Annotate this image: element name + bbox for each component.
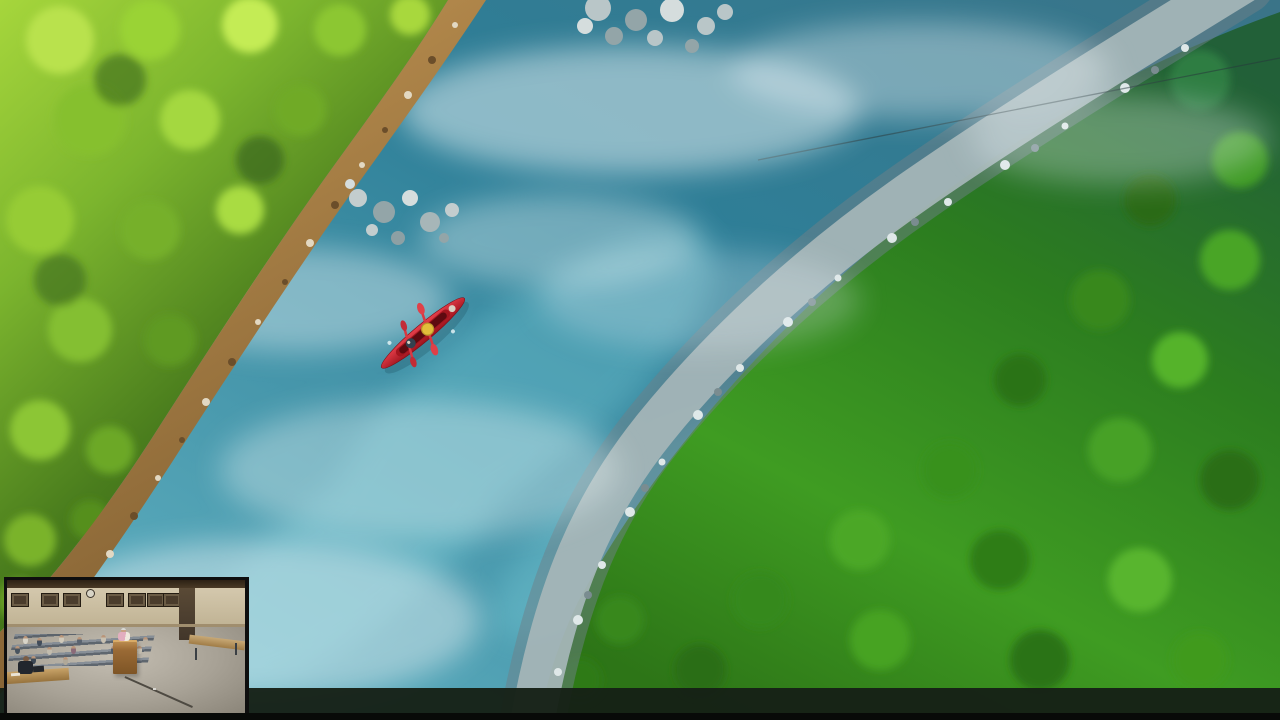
audience-member: [37, 638, 42, 646]
meeting-room-ceiling-band: [7, 580, 245, 588]
picture-frame: [128, 593, 146, 607]
picture-frame: [106, 593, 124, 607]
audience-member: [71, 646, 76, 654]
speaker-body: [118, 632, 130, 641]
letterbox-bar: [0, 713, 1280, 720]
picture-frame: [11, 593, 29, 607]
table-leg: [235, 643, 237, 655]
audience-member: [15, 646, 20, 654]
audience-member: [101, 635, 106, 643]
wainscot-rail: [7, 624, 245, 627]
wall-clock: [86, 589, 95, 598]
picture-frame: [41, 593, 59, 607]
audience-member: [137, 646, 142, 654]
table-leg: [195, 648, 197, 660]
audience-member: [59, 635, 64, 643]
staff-member-body: [18, 661, 33, 674]
pip-video-overlay[interactable]: [4, 577, 249, 713]
laptop: [32, 665, 45, 673]
audience-member: [23, 636, 28, 644]
floor-cable-tape: [153, 688, 156, 690]
audience-member: [143, 637, 148, 645]
audience-member: [47, 647, 52, 655]
screen: Search 1: [0, 0, 1280, 720]
papers: [10, 672, 21, 677]
picture-frame: [63, 593, 81, 607]
podium: [113, 640, 137, 674]
door: [179, 588, 195, 640]
pip-video-frame: [7, 580, 245, 713]
audience-member: [77, 637, 82, 645]
audience-member: [63, 657, 68, 665]
